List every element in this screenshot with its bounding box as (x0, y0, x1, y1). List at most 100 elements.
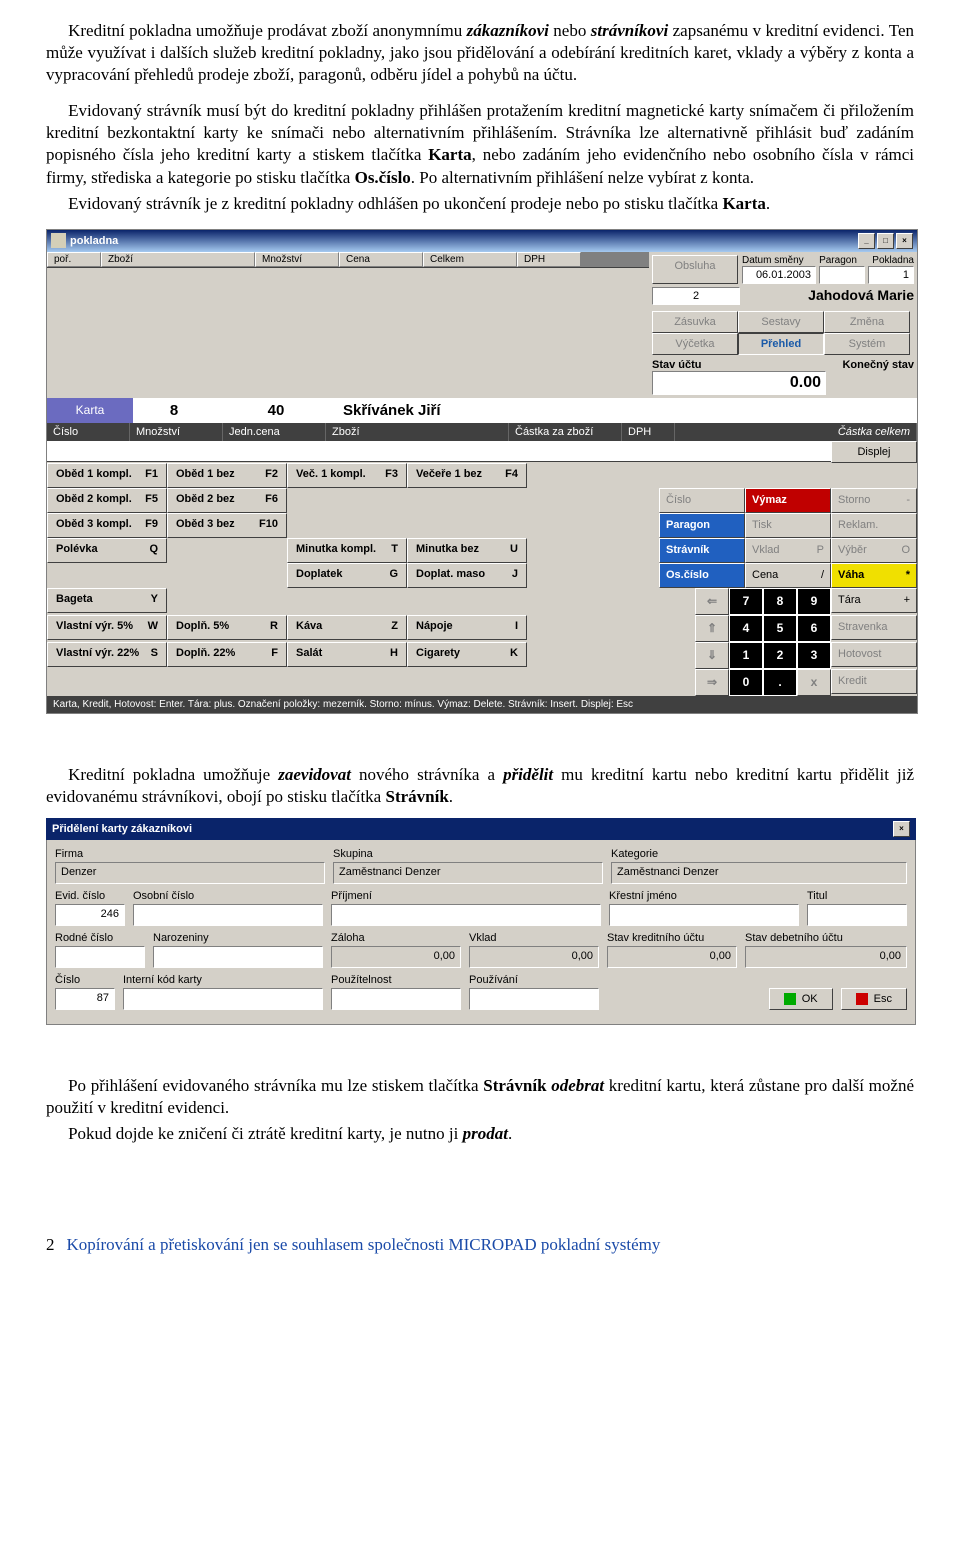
minimize-button[interactable]: _ (858, 233, 875, 249)
vv22-button[interactable]: Vlastní výr. 22%S (47, 642, 167, 667)
key-3[interactable]: 3 (797, 642, 831, 669)
vklad-button[interactable]: VkladP (745, 538, 831, 563)
stravnik-name: Skřívánek Jiří (337, 398, 917, 423)
obed1-button[interactable]: Oběd 1 kompl.F1 (47, 463, 167, 488)
para-5: Po přihlášení evidovaného strávníka mu l… (46, 1075, 914, 1119)
ok-button[interactable]: OK (769, 988, 833, 1010)
intern-field[interactable] (123, 988, 323, 1010)
key-dot[interactable]: . (763, 669, 797, 696)
hotovost-button[interactable]: Hotovost (831, 642, 917, 667)
obed2bez-button[interactable]: Oběd 2 bezF6 (167, 488, 287, 513)
vyber-button[interactable]: VýběrO (831, 538, 917, 563)
key-7[interactable]: 7 (729, 588, 763, 615)
doplatek-button[interactable]: DoplatekG (287, 563, 407, 588)
cislo-field[interactable]: 87 (55, 988, 115, 1010)
key-1[interactable]: 1 (729, 642, 763, 669)
obed3bez-button[interactable]: Oběd 3 bezF10 (167, 513, 287, 538)
osob-field[interactable] (133, 904, 323, 926)
maximize-button[interactable]: □ (877, 233, 894, 249)
obed3-button[interactable]: Oběd 3 kompl.F9 (47, 513, 167, 538)
karta-button[interactable]: Karta (47, 398, 133, 423)
app-icon (51, 233, 66, 248)
tara-button[interactable]: Tára+ (831, 588, 917, 613)
vec1bez-button[interactable]: Večeře 1 bezF4 (407, 463, 527, 488)
up-arrow[interactable]: ⇑ (695, 615, 729, 642)
rodne-field[interactable] (55, 946, 145, 968)
vycetka-button[interactable]: Výčetka (652, 333, 738, 355)
polevka-button[interactable]: PolévkaQ (47, 538, 167, 563)
window-title: pokladna (70, 235, 118, 247)
key-2[interactable]: 2 (763, 642, 797, 669)
oscislo-button[interactable]: Os.číslo (659, 563, 745, 588)
para-1: Kreditní pokladna umožňuje prodávat zbož… (46, 20, 914, 86)
vv5-button[interactable]: Vlastní výr. 5%W (47, 615, 167, 640)
system-button[interactable]: Systém (824, 333, 910, 355)
skupina-field: Zaměstnanci Denzer (333, 862, 603, 884)
key-5[interactable]: 5 (763, 615, 797, 642)
down-arrow[interactable]: ⇓ (695, 642, 729, 669)
x-icon (856, 993, 868, 1005)
dlg-close-button[interactable]: × (893, 821, 910, 837)
titul-field[interactable] (807, 904, 907, 926)
kategorie-field: Zaměstnanci Denzer (611, 862, 907, 884)
stravnik-button[interactable]: Strávník (659, 538, 745, 563)
minutka-button[interactable]: Minutka kompl.T (287, 538, 407, 563)
key-9[interactable]: 9 (797, 588, 831, 615)
zmena-button[interactable]: Změna (824, 311, 910, 333)
obed2-button[interactable]: Oběd 2 kompl.F5 (47, 488, 167, 513)
key-4[interactable]: 4 (729, 615, 763, 642)
esc-button[interactable]: Esc (841, 988, 907, 1010)
minutkabez-button[interactable]: Minutka bezU (407, 538, 527, 563)
titlebar: pokladna _ □ × (47, 230, 917, 252)
key-8[interactable]: 8 (763, 588, 797, 615)
krestni-field[interactable] (609, 904, 799, 926)
paragon-field (819, 266, 865, 284)
cislo-button[interactable]: Číslo (659, 488, 745, 513)
vymaz-button[interactable]: Výmaz (745, 488, 831, 513)
para-2: Evidovaný strávník musí být do kreditní … (46, 100, 914, 188)
key-6[interactable]: 6 (797, 615, 831, 642)
para-6: Pokud dojde ke zničení či ztrátě kreditn… (46, 1123, 914, 1145)
prehled-button[interactable]: Přehled (738, 333, 824, 355)
kredit-button[interactable]: Kredit (831, 669, 917, 694)
datum-field: 06.01.2003 (742, 266, 816, 284)
sestavy-button[interactable]: Sestavy (738, 311, 824, 333)
close-button[interactable]: × (896, 233, 913, 249)
left-arrow[interactable]: ⇐ (695, 588, 729, 615)
dopl22-button[interactable]: Doplň. 22%F (167, 642, 287, 667)
pokladna-field: 1 (868, 266, 914, 284)
cigarety-button[interactable]: CigaretyK (407, 642, 527, 667)
doplatmaso-button[interactable]: Doplat. masoJ (407, 563, 527, 588)
pokladna-window: pokladna _ □ × poř. Zboží Množství Cena … (46, 229, 918, 714)
obsluha-button[interactable]: Obsluha (652, 255, 738, 284)
dlg-titlebar: Přidělení karty zákazníkovi × (46, 818, 916, 840)
prijmeni-field[interactable] (331, 904, 601, 926)
pouzivani-field[interactable] (469, 988, 599, 1010)
right-arrow[interactable]: ⇒ (695, 669, 729, 696)
obed1bez-button[interactable]: Oběd 1 bezF2 (167, 463, 287, 488)
key-0[interactable]: 0 (729, 669, 763, 696)
kava-button[interactable]: KávaZ (287, 615, 407, 640)
prideleni-dialog: Přidělení karty zákazníkovi × FirmaDenze… (46, 818, 916, 1025)
footer: 2 Kopírování a přetiskování jen se souhl… (46, 1235, 914, 1255)
naroz-field[interactable] (153, 946, 323, 968)
dopl5-button[interactable]: Doplň. 5%R (167, 615, 287, 640)
displej-button[interactable]: Displej (831, 441, 917, 463)
tisk-button[interactable]: Tisk (745, 513, 831, 538)
pouzitelnost-field[interactable] (331, 988, 461, 1010)
reklam-button[interactable]: Reklam. (831, 513, 917, 538)
vaha-button[interactable]: Váha* (831, 563, 917, 588)
salat-button[interactable]: SalátH (287, 642, 407, 667)
firma-field: Denzer (55, 862, 325, 884)
zaloha-field: 0,00 (331, 946, 461, 968)
evid-field[interactable]: 246 (55, 904, 125, 926)
key-x[interactable]: x (797, 669, 831, 696)
cena-button[interactable]: Cena/ (745, 563, 831, 588)
storno-button[interactable]: Storno- (831, 488, 917, 513)
paragon-button[interactable]: Paragon (659, 513, 745, 538)
stravenka-button[interactable]: Stravenka (831, 615, 917, 640)
vec1-button[interactable]: Več. 1 kompl.F3 (287, 463, 407, 488)
zasuvka-button[interactable]: Zásuvka (652, 311, 738, 333)
napoje-button[interactable]: NápojeI (407, 615, 527, 640)
bageta-button[interactable]: BagetaY (47, 588, 167, 613)
